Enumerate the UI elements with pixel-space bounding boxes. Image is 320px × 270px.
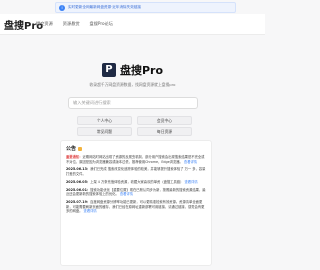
details-link[interactable]: 查看详情 <box>120 192 133 196</box>
info-icon: i <box>59 4 65 11</box>
hero-tagline: 收录超千万网盘资源数据，找网盘资源就上盘搜pro <box>89 82 176 87</box>
hero-title: 盘搜Pro <box>119 64 164 77</box>
notice-banner[interactable]: i 实时更新全网最新网盘资源·近年消除失效链接 <box>55 2 236 13</box>
nav-submit-resource[interactable]: 提交资源 <box>36 21 53 27</box>
hero-logo: P 盘搜Pro <box>0 62 265 78</box>
details-link[interactable]: 查看详情 <box>184 180 197 184</box>
details-link[interactable]: 查看详情 <box>84 209 97 213</box>
search-input[interactable]: 输入关键词进行搜索 <box>68 97 198 109</box>
announcement-title: 公告 <box>66 145 206 152</box>
badge-icon <box>78 146 83 151</box>
announcement-item: 2025.06.01：搜索功能优化【重要位置】现在已默认同步为新，按照最新的搜索… <box>66 187 206 197</box>
details-link[interactable]: 查看详情 <box>184 160 197 164</box>
logo-mark-icon: P <box>101 63 116 77</box>
announcement-item: 2025.06.13：我们已完成 搜索改变化追踪体验的较美，并能够提升搜索体验了… <box>66 167 206 177</box>
personal-center-button[interactable]: 个人中心 <box>77 116 132 125</box>
top-nav: 提交资源 资源悬赏 盘搜Pro论坛 <box>36 21 113 27</box>
announcement-card: 公告 重要通知：近期网站时网站出现了资源的反爬虫机制，部分用户搜索会出现搜索结果… <box>60 140 212 266</box>
announcement-item: 重要通知：近期网站时网站出现了资源的反爬虫机制，部分用户搜索会出现搜索结果是不完… <box>66 155 205 164</box>
announcement-item: 2025.07.19：百度网盘资源分辨率功能已更新，可以更精准检索有效资源。资源… <box>66 199 205 214</box>
nav-resource-bounty[interactable]: 资源悬赏 <box>63 21 80 27</box>
announcement-item: 2025.06.05：上架 4 万条充值体验资源，收藏大家喜欢的单资（盘搜工具链… <box>66 179 198 184</box>
faq-button[interactable]: 常见问题 <box>77 127 132 136</box>
daily-resources-button[interactable]: 每日资源 <box>137 127 192 136</box>
nav-forum[interactable]: 盘搜Pro论坛 <box>90 21 113 27</box>
top-header: 盘搜Pro 提交资源 资源悬赏 盘搜Pro论坛 <box>0 14 265 35</box>
notice-text: 实时更新全网最新网盘资源·近年消除失效链接 <box>68 5 142 9</box>
member-center-button[interactable]: 会员中心 <box>137 116 192 125</box>
